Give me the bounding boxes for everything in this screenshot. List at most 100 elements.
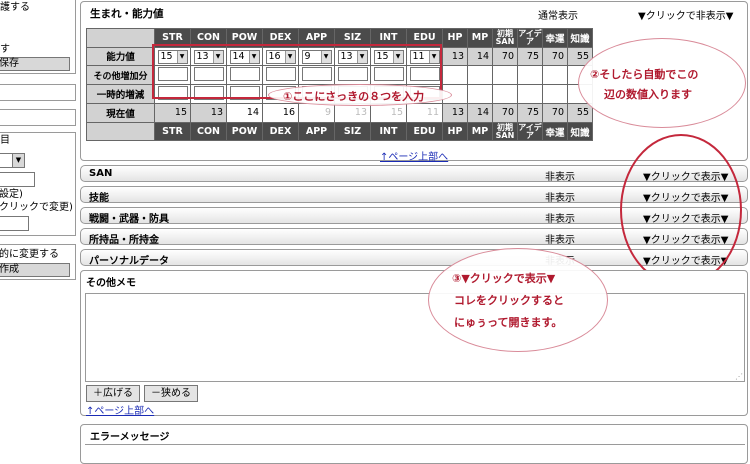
row-label-current: 現在値 <box>86 103 155 123</box>
section-combat-title: 戦闘・武器・防具 <box>89 214 169 225</box>
ability-idea: 75 <box>517 46 543 67</box>
stats-section-status: 通常表示 <box>538 11 578 22</box>
create-button[interactable]: 作成 <box>0 263 70 277</box>
other-input-luck[interactable] <box>542 65 568 86</box>
memo-title: その他メモ <box>86 278 136 289</box>
section-san-title: SAN <box>89 168 113 179</box>
footer-knowledge: 知識 <box>567 121 593 142</box>
current-siz: 13 <box>334 103 371 123</box>
annotation-bubble-2 <box>578 38 746 128</box>
footer-int: INT <box>370 121 407 142</box>
annotation-note-3a: ③▼クリックで表示▼ <box>452 272 556 285</box>
section-san-status: 非表示 <box>545 172 575 183</box>
memo-textarea[interactable]: ⋰ <box>85 293 745 382</box>
corner-cell-bottom <box>86 121 155 142</box>
annotation-note-2a: ②そしたら自動でこの <box>590 68 699 81</box>
current-idea: 75 <box>517 103 543 123</box>
annotation-note-3c: にゅぅって開きます。 <box>454 316 563 329</box>
header-knowledge: 知識 <box>567 28 593 48</box>
sidebar-select[interactable]: ▼ <box>0 153 25 168</box>
save-button[interactable]: 保存 <box>0 57 70 71</box>
footer-pow: POW <box>226 121 263 142</box>
sidebar-panel-settings: 目 ▼ 設定) クリックで変更) <box>0 132 76 236</box>
footer-edu: EDU <box>406 121 443 142</box>
current-luck: 70 <box>542 103 568 123</box>
stats-section-title: 生まれ・能力値 <box>90 8 164 20</box>
section-items-title: 所持品・所持金 <box>89 235 159 246</box>
stats-section-toggle[interactable]: ▼クリックで非表示▼ <box>638 7 733 22</box>
ability-mp: 14 <box>467 46 493 67</box>
section-skills-status: 非表示 <box>545 193 575 204</box>
other-input-idea[interactable] <box>517 65 543 86</box>
current-knowledge: 55 <box>567 103 593 123</box>
temp-input-mp[interactable] <box>467 84 493 105</box>
sidebar-create-text: 的に変更する <box>0 249 59 260</box>
sidebar-panel-save: 護する す 保存 <box>0 0 76 74</box>
row-label-other: その他増加分 <box>86 65 155 86</box>
temp-input-idea[interactable] <box>517 84 543 105</box>
ability-hp: 13 <box>442 46 468 67</box>
footer-luck: 幸運 <box>542 121 568 142</box>
temp-input-san[interactable] <box>492 84 518 105</box>
header-luck: 幸運 <box>542 28 568 48</box>
current-str: 15 <box>154 103 191 123</box>
annotation-note-3b: コレをクリックすると <box>454 294 564 307</box>
footer-initial-san: 初期SAN <box>492 121 518 142</box>
other-input-mp[interactable] <box>467 65 493 86</box>
sidebar-text-2: す <box>0 44 10 55</box>
current-dex: 16 <box>262 103 299 123</box>
temp-input-luck[interactable] <box>542 84 568 105</box>
stats-footer-row: STR CON POW DEX APP SIZ INT EDU HP MP 初期… <box>86 121 593 142</box>
current-row: 現在値 15 13 14 16 9 13 15 11 13 14 70 75 7… <box>86 103 593 123</box>
current-pow: 14 <box>226 103 263 123</box>
current-initial-san: 70 <box>492 103 518 123</box>
sidebar-panel-create: 的に変更する 作成 <box>0 244 76 280</box>
annotation-note-2b: 辺の数値入ります <box>604 88 692 101</box>
resize-grip-icon[interactable]: ⋰ <box>735 372 743 381</box>
section-combat-status: 非表示 <box>545 214 575 225</box>
highlight-ellipse-toggles <box>620 134 742 286</box>
footer-mp: MP <box>467 121 493 142</box>
other-input-hp[interactable] <box>442 65 468 86</box>
footer-idea: アイデア <box>517 121 543 142</box>
current-app: 9 <box>298 103 335 123</box>
footer-app: APP <box>298 121 335 142</box>
header-initial-san: 初期SAN <box>492 28 518 48</box>
corner-cell <box>86 28 155 48</box>
footer-dex: DEX <box>262 121 299 142</box>
page-top-link-2[interactable]: ↑ページ上部へ <box>86 402 154 417</box>
row-label-temp: 一時的増減 <box>86 84 155 105</box>
current-hp: 13 <box>442 103 468 123</box>
header-mp: MP <box>467 28 493 48</box>
sidebar-input-2[interactable] <box>0 216 29 231</box>
current-int: 15 <box>370 103 407 123</box>
expand-button[interactable]: ＋広げる <box>86 385 140 402</box>
other-input-san[interactable] <box>492 65 518 86</box>
sidebar-panel-2 <box>0 84 76 101</box>
header-idea: アイデア <box>517 28 543 48</box>
shrink-button[interactable]: －狭める <box>144 385 198 402</box>
ability-luck: 70 <box>542 46 568 67</box>
current-mp: 14 <box>467 103 493 123</box>
chevron-down-icon: ▼ <box>12 154 24 167</box>
annotation-note-1: ①ここにさっきの８つを入力 <box>283 90 425 103</box>
header-hp: HP <box>442 28 468 48</box>
section-skills-title: 技能 <box>89 193 109 204</box>
row-label-ability: 能力値 <box>86 46 155 67</box>
ability-initial-san: 70 <box>492 46 518 67</box>
sidebar-settings-line-1: 設定) <box>0 189 23 200</box>
sidebar-input-1[interactable] <box>0 172 35 187</box>
section-items-status: 非表示 <box>545 235 575 246</box>
sidebar-panel-3 <box>0 109 76 126</box>
section-personal-title: パーソナルデータ <box>89 256 169 267</box>
footer-str: STR <box>154 121 191 142</box>
footer-hp: HP <box>442 121 468 142</box>
current-edu: 11 <box>406 103 443 123</box>
footer-siz: SIZ <box>334 121 371 142</box>
current-con: 13 <box>190 103 227 123</box>
footer-con: CON <box>190 121 227 142</box>
page-top-link-1[interactable]: ↑ページ上部へ <box>380 148 448 163</box>
error-title: エラーメッセージ <box>90 432 170 443</box>
sidebar-text-1: 護する <box>0 2 30 13</box>
sidebar-settings-line-2: クリックで変更) <box>0 202 73 213</box>
